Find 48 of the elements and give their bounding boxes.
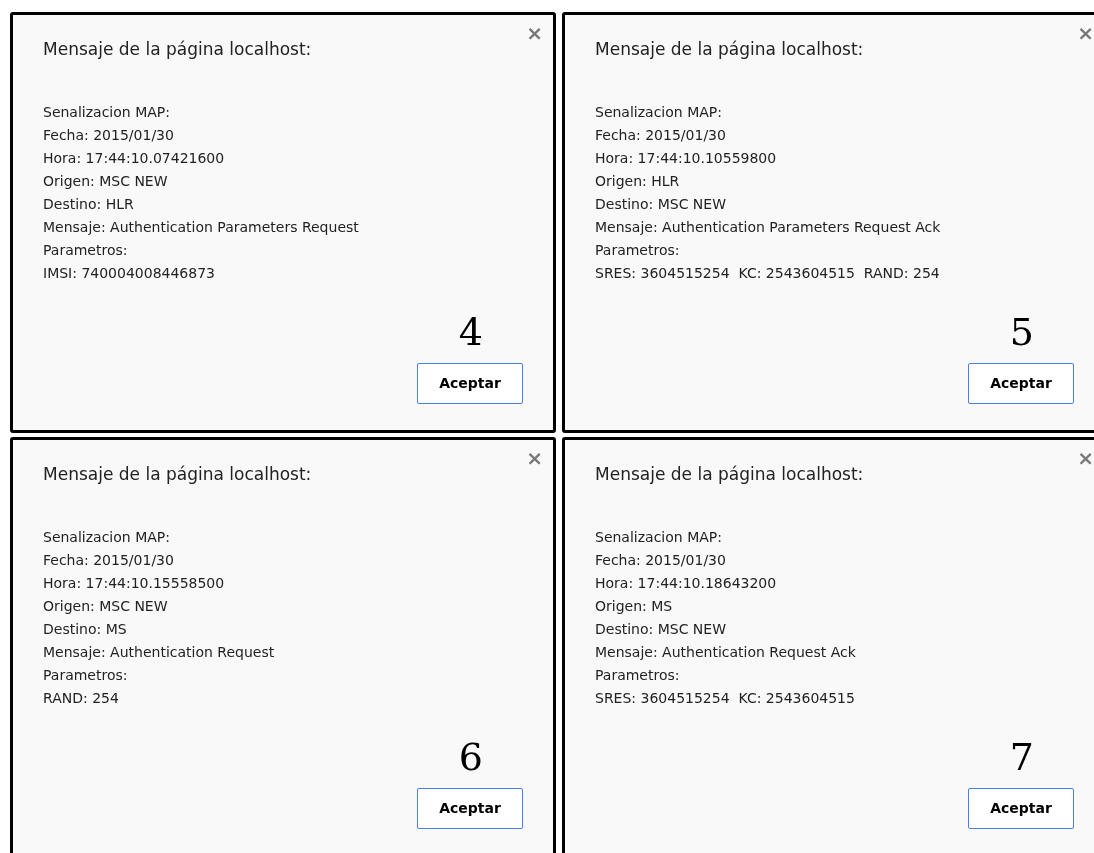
message-line: Mensaje: Authentication Request Ack [595, 642, 857, 662]
message-line: IMSI: 740004008446873 [43, 263, 216, 283]
message-line: Origen: MS [595, 596, 674, 616]
message-line: Hora: 17:44:10.18643200 [595, 573, 778, 593]
message-line: Destino: MS [43, 619, 128, 639]
message-line: Senalizacion MAP: [595, 102, 723, 122]
message-line: Parametros: [595, 665, 681, 685]
close-button[interactable]: × [526, 23, 543, 43]
message-line: Origen: HLR [595, 171, 681, 191]
step-number: 4 [458, 313, 483, 351]
dialog-title: Mensaje de la página localhost: [43, 38, 313, 61]
message-line: SRES: 3604515254 KC: 2543604515 [595, 688, 856, 708]
message-line: Mensaje: Authentication Parameters Request [43, 217, 360, 237]
close-button[interactable]: × [526, 448, 543, 468]
message-line: Fecha: 2015/01/30 [43, 125, 175, 145]
message-line: Senalizacion MAP: [595, 527, 723, 547]
message-line: Origen: MSC NEW [43, 596, 169, 616]
accept-button[interactable]: Aceptar [968, 363, 1074, 404]
step-number: 6 [458, 738, 483, 776]
message-line: RAND: 254 [43, 688, 120, 708]
message-line: Destino: MSC NEW [595, 194, 728, 214]
message-line: Parametros: [43, 240, 129, 260]
message-line: Hora: 17:44:10.07421600 [43, 148, 226, 168]
close-button[interactable]: × [1077, 23, 1094, 43]
message-line: Fecha: 2015/01/30 [43, 550, 175, 570]
step-number: 5 [1009, 313, 1034, 351]
accept-button[interactable]: Aceptar [417, 788, 523, 829]
message-line: Parametros: [595, 240, 681, 260]
dialog-title: Mensaje de la página localhost: [43, 463, 313, 486]
message-line: Senalizacion MAP: [43, 102, 171, 122]
message-line: Mensaje: Authentication Request [43, 642, 276, 662]
step-number: 7 [1009, 738, 1034, 776]
dialog-title: Mensaje de la página localhost: [595, 38, 865, 61]
message-line: Fecha: 2015/01/30 [595, 125, 727, 145]
accept-button[interactable]: Aceptar [417, 363, 523, 404]
message-line: Origen: MSC NEW [43, 171, 169, 191]
message-line: Parametros: [43, 665, 129, 685]
message-line: Mensaje: Authentication Parameters Request Ack [595, 217, 942, 237]
message-line: Hora: 17:44:10.10559800 [595, 148, 778, 168]
dialog-title: Mensaje de la página localhost: [595, 463, 865, 486]
message-line: Fecha: 2015/01/30 [595, 550, 727, 570]
message-line: Destino: HLR [43, 194, 135, 214]
close-button[interactable]: × [1077, 448, 1094, 468]
message-line: Hora: 17:44:10.15558500 [43, 573, 226, 593]
message-line: SRES: 3604515254 KC: 2543604515 RAND: 254 [595, 263, 941, 283]
message-line: Senalizacion MAP: [43, 527, 171, 547]
accept-button[interactable]: Aceptar [968, 788, 1074, 829]
message-line: Destino: MSC NEW [595, 619, 728, 639]
